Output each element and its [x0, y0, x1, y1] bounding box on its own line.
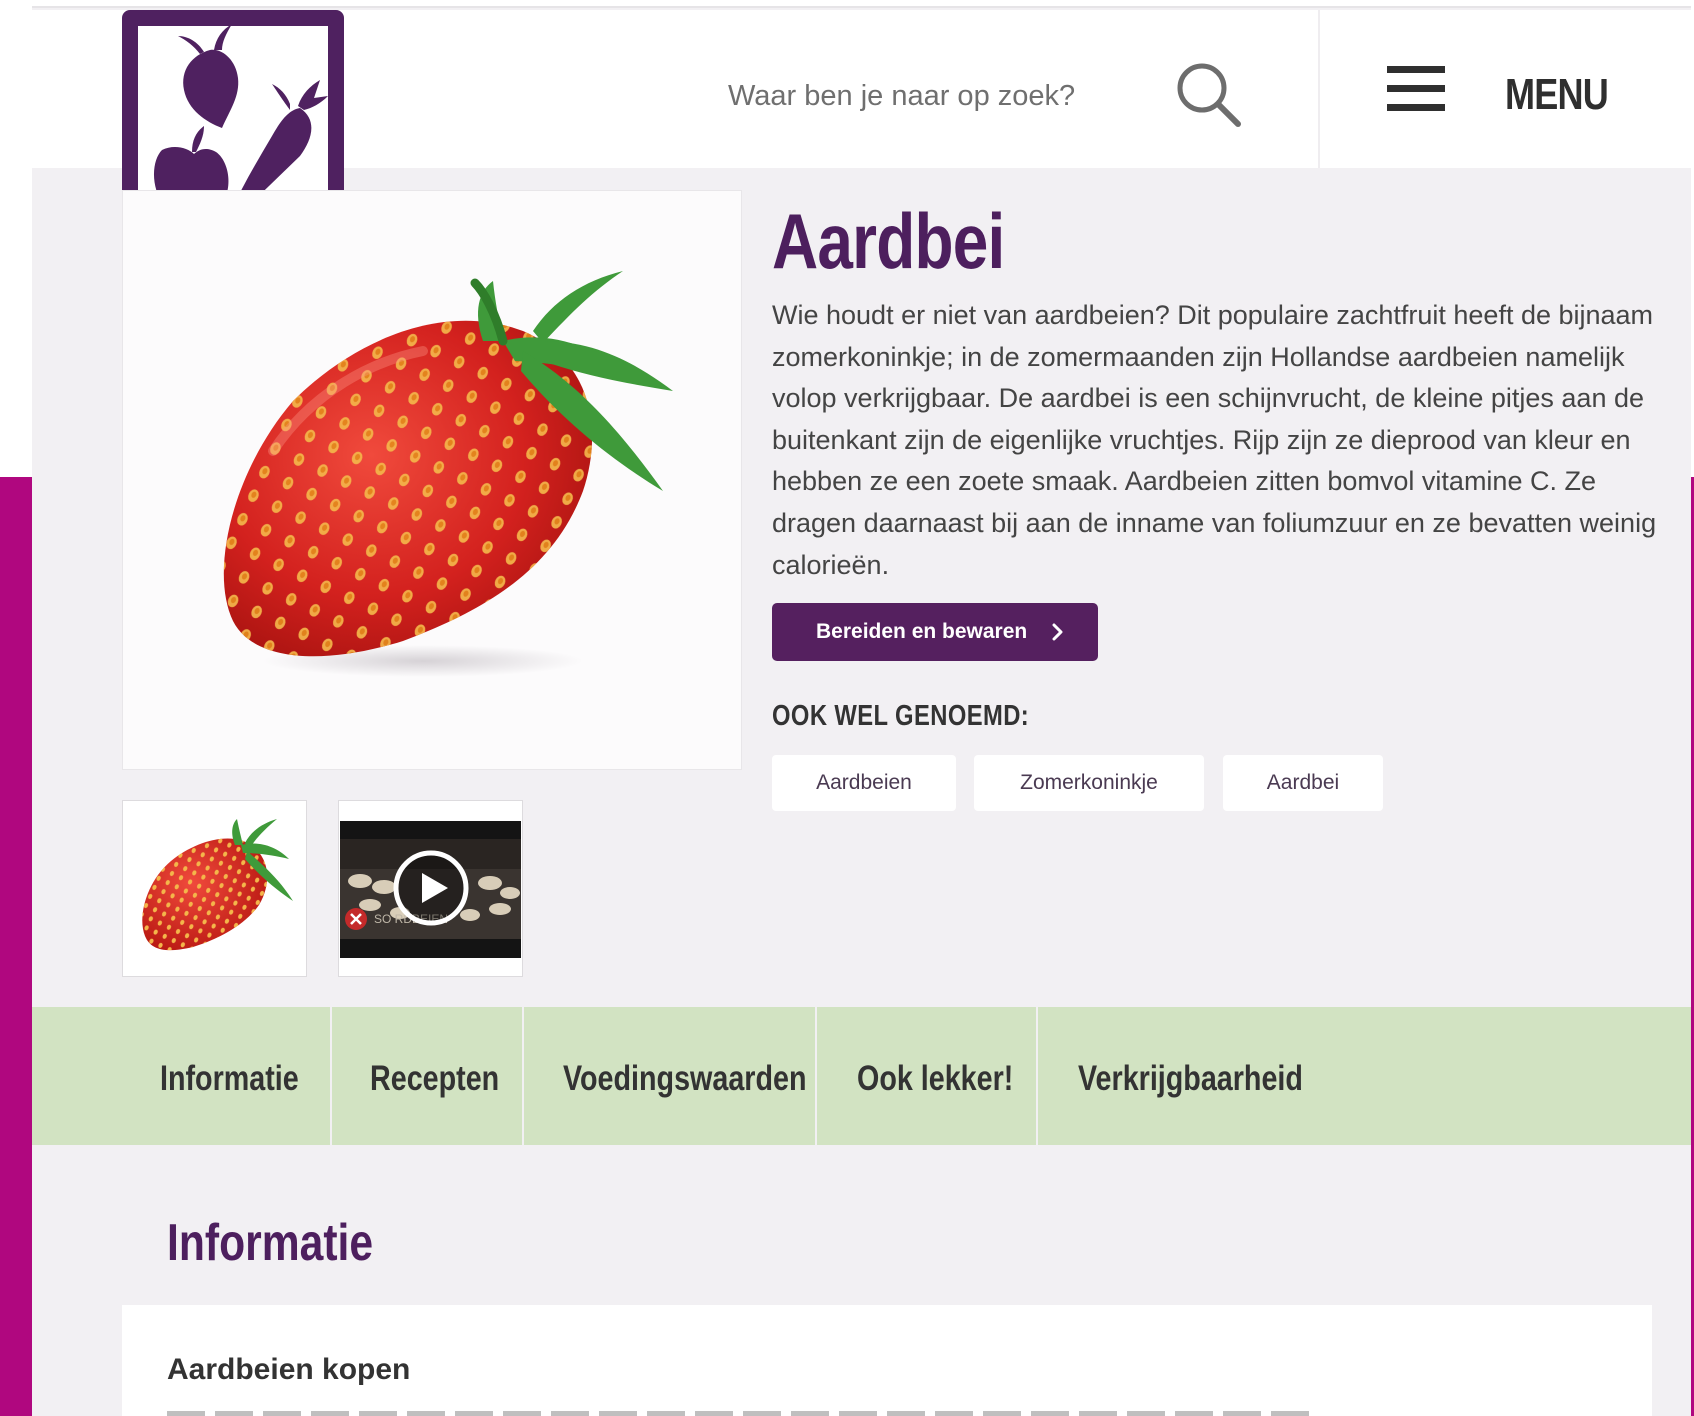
- tab-label: Ook lekker!: [857, 1059, 1014, 1098]
- product-title: Aardbei: [772, 197, 1005, 285]
- section-title: Informatie: [167, 1214, 374, 1272]
- tab-recepten[interactable]: Recepten: [332, 1007, 522, 1145]
- truncated-paragraph: [167, 1405, 1317, 1416]
- prepare-and-store-button[interactable]: Bereiden en bewaren: [772, 603, 1098, 661]
- hamburger-icon[interactable]: [1387, 66, 1445, 114]
- info-card: Aardbeien kopen: [122, 1305, 1652, 1416]
- video-thumbnail[interactable]: SO RDBEIEN: [338, 800, 523, 977]
- tab-label: Recepten: [370, 1059, 500, 1098]
- left-accent-bar: [0, 477, 32, 1416]
- strawberry-thumbnail: [142, 819, 293, 951]
- page: Waar ben je naar op zoek? MENU SO Aardbe…: [32, 0, 1691, 1416]
- product-image: [122, 190, 742, 770]
- alias-chip[interactable]: Aardbeien: [772, 755, 956, 811]
- alias-chip[interactable]: Zomerkoninkje: [974, 755, 1204, 811]
- tab-verkrijgbaarheid[interactable]: Verkrijgbaarheid: [1038, 1007, 1378, 1145]
- play-icon[interactable]: [392, 849, 470, 927]
- video-preview: SO RDBEIEN: [340, 821, 521, 958]
- strawberry-image: [223, 271, 673, 677]
- tab-label: Verkrijgbaarheid: [1078, 1059, 1303, 1098]
- section-tabs: Informatie Recepten Voedingswaarden Ook …: [32, 1007, 1691, 1145]
- tab-ook-lekker[interactable]: Ook lekker!: [817, 1007, 1036, 1145]
- tab-informatie[interactable]: Informatie: [32, 1007, 330, 1145]
- top-border: [32, 0, 1691, 8]
- alias-chip[interactable]: Aardbei: [1223, 755, 1383, 811]
- search-icon[interactable]: [1172, 58, 1244, 130]
- tab-label: Informatie: [160, 1059, 299, 1098]
- search-input[interactable]: Waar ben je naar op zoek?: [728, 80, 1075, 113]
- chevron-right-icon: [1052, 623, 1063, 641]
- info-subtitle: Aardbeien kopen: [167, 1353, 411, 1386]
- product-description: Wie houdt er niet van aardbeien? Dit pop…: [772, 300, 1657, 580]
- cta-label: Bereiden en bewaren: [816, 620, 1028, 643]
- tab-label: Voedingswaarden: [563, 1059, 807, 1098]
- thumbnail-image[interactable]: [122, 800, 307, 977]
- tab-voedingswaarden[interactable]: Voedingswaarden: [524, 1007, 815, 1145]
- also-called-heading: OOK WEL GENOEMD:: [772, 700, 1030, 732]
- header-divider: [1318, 10, 1320, 168]
- menu-button[interactable]: MENU: [1505, 70, 1609, 120]
